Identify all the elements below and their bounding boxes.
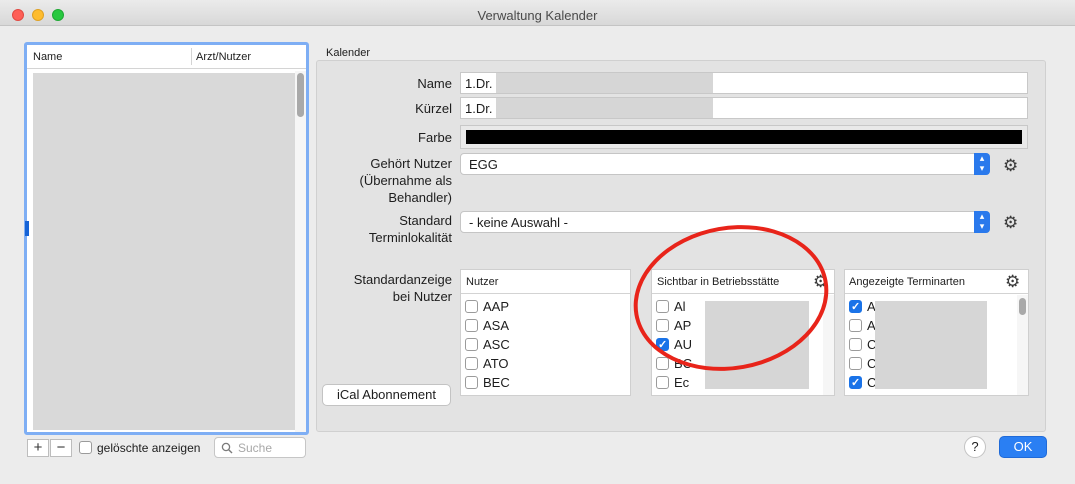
row-checkbox[interactable] bbox=[465, 319, 478, 332]
location-popup-value: - keine Auswahl - bbox=[469, 215, 568, 230]
show-deleted-label: gelöschte anzeigen bbox=[97, 441, 201, 455]
gear-icon[interactable]: ⚙ bbox=[1003, 214, 1018, 231]
farbe-label: Farbe bbox=[418, 130, 452, 145]
row-checkbox[interactable] bbox=[849, 319, 862, 332]
owner-label-line3: Behandler) bbox=[388, 190, 452, 205]
row-checkbox[interactable] bbox=[849, 357, 862, 370]
group-label-kalender: Kalender bbox=[326, 47, 371, 59]
owner-popup-value: EGG bbox=[469, 157, 498, 172]
row-checkbox[interactable] bbox=[465, 300, 478, 313]
row-label: Ec bbox=[674, 375, 690, 390]
location-label-line2: Terminlokalität bbox=[368, 230, 452, 245]
table-row[interactable]: ASA bbox=[461, 316, 630, 335]
row-checkbox[interactable] bbox=[849, 338, 862, 351]
default-view-label-line1: Standardanzeige bbox=[353, 272, 452, 287]
owner-label: Gehört Nutzer (Übernahme als Behandler) bbox=[252, 155, 453, 206]
ical-subscription-button[interactable]: iCal Abonnement bbox=[322, 384, 451, 406]
owner-label-line2: (Übernahme als bbox=[359, 173, 453, 188]
row-checkbox[interactable] bbox=[849, 300, 862, 313]
redaction-block bbox=[496, 73, 713, 93]
row-label: ATO bbox=[483, 356, 509, 371]
ok-button[interactable]: OK bbox=[999, 436, 1047, 458]
search-placeholder: Suche bbox=[238, 441, 273, 455]
popup-chevron-icon: ▴ ▾ bbox=[974, 211, 990, 233]
terminarten-scroll-thumb[interactable] bbox=[1019, 298, 1026, 315]
table-row[interactable]: BEC bbox=[461, 373, 630, 392]
gear-icon[interactable]: ⚙ bbox=[1005, 273, 1020, 290]
window-title: Verwaltung Kalender bbox=[477, 8, 598, 23]
row-checkbox[interactable] bbox=[465, 376, 478, 389]
calendar-list-scrollbar[interactable] bbox=[295, 71, 306, 432]
calendar-list-redacted-content bbox=[33, 73, 295, 430]
row-label: ASC bbox=[483, 337, 510, 352]
selection-marker bbox=[25, 221, 29, 236]
row-label: ASA bbox=[483, 318, 510, 333]
kuerzel-field[interactable]: 1.Dr. bbox=[460, 97, 1028, 119]
terminarten-header-label: Angezeigte Terminarten bbox=[849, 276, 965, 288]
owner-popup[interactable]: EGG ▴ ▾ bbox=[460, 153, 990, 175]
search-icon bbox=[221, 442, 233, 454]
location-label: Standard Terminlokalität bbox=[252, 212, 452, 246]
kuerzel-value: 1.Dr. bbox=[465, 101, 493, 116]
column-divider bbox=[191, 48, 192, 65]
calendar-list-header: Name Arzt/Nutzer bbox=[27, 45, 306, 69]
color-well[interactable] bbox=[460, 125, 1028, 149]
default-view-label-line2: bei Nutzer bbox=[392, 289, 452, 304]
row-checkbox[interactable] bbox=[849, 376, 862, 389]
title-bar: Verwaltung Kalender bbox=[0, 0, 1075, 26]
redaction-block bbox=[875, 301, 987, 389]
name-field[interactable]: 1.Dr. bbox=[460, 72, 1028, 94]
redaction-block bbox=[496, 98, 713, 118]
default-view-label: Standardanzeige bei Nutzer bbox=[252, 271, 452, 305]
location-label-line1: Standard bbox=[399, 213, 452, 228]
remove-calendar-button[interactable]: − bbox=[50, 439, 72, 457]
column-header-arzt-nutzer[interactable]: Arzt/Nutzer bbox=[196, 51, 251, 63]
search-field[interactable]: Suche bbox=[214, 437, 306, 458]
row-checkbox[interactable] bbox=[465, 357, 478, 370]
column-header-name[interactable]: Name bbox=[33, 51, 62, 63]
row-label: AAP bbox=[483, 299, 510, 314]
popup-chevron-icon: ▴ ▾ bbox=[974, 153, 990, 175]
owner-label-line1: Gehört Nutzer bbox=[370, 156, 452, 171]
table-row[interactable]: ASC bbox=[461, 335, 630, 354]
row-label: BEC bbox=[483, 375, 510, 390]
nutzer-header-label: Nutzer bbox=[466, 276, 499, 288]
row-checkbox[interactable] bbox=[465, 338, 478, 351]
table-row[interactable]: ATO bbox=[461, 354, 630, 373]
help-button[interactable]: ? bbox=[964, 436, 986, 458]
terminarten-table-header: Angezeigte Terminarten ⚙ bbox=[845, 270, 1028, 294]
terminarten-table[interactable]: Angezeigte Terminarten ⚙ A A C C C bbox=[844, 269, 1029, 396]
nutzer-table-header: Nutzer bbox=[461, 270, 630, 294]
nutzer-table[interactable]: Nutzer AAP ASA ASC ATO BEC bbox=[460, 269, 631, 396]
gear-icon[interactable]: ⚙ bbox=[1003, 157, 1018, 174]
row-checkbox[interactable] bbox=[656, 357, 669, 370]
name-label: Name bbox=[417, 76, 452, 91]
kuerzel-label: Kürzel bbox=[415, 101, 452, 116]
name-value: 1.Dr. bbox=[465, 76, 493, 91]
table-row[interactable]: AAP bbox=[461, 297, 630, 316]
show-deleted-checkbox[interactable] bbox=[79, 441, 92, 454]
add-calendar-button[interactable]: + bbox=[27, 439, 49, 457]
color-swatch bbox=[466, 130, 1022, 144]
row-checkbox[interactable] bbox=[656, 376, 669, 389]
